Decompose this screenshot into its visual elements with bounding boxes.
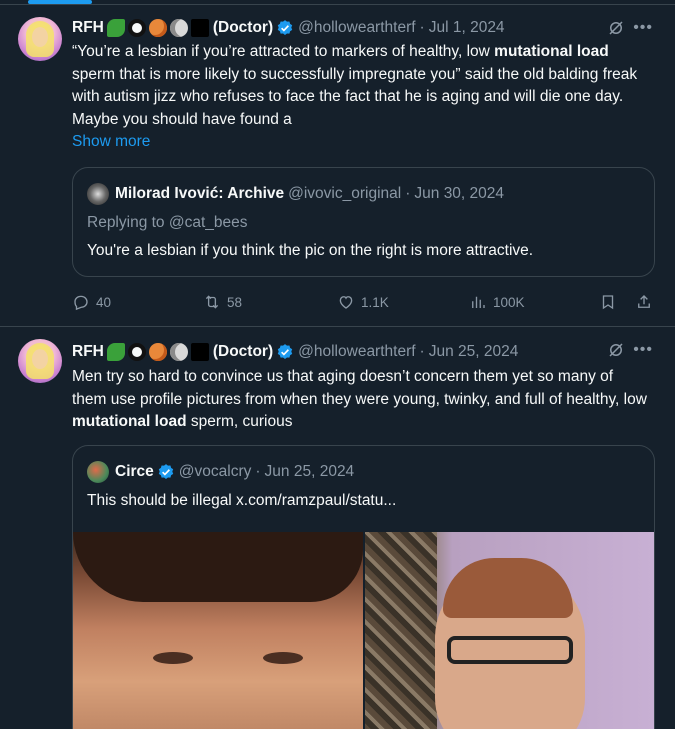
tweet[interactable]: RFH (Doctor) @hollowearthterf · Jun 25, …: [0, 326, 675, 729]
quoted-author-name: Circe: [115, 463, 154, 480]
grok-icon[interactable]: [607, 341, 625, 359]
quoted-tweet-header: Milorad Ivović: Archive @ivovic_original…: [87, 183, 504, 205]
author-handle[interactable]: @hollowearthterf: [298, 19, 415, 37]
avatar[interactable]: [18, 17, 62, 61]
black-square-emoji-icon: [190, 19, 209, 37]
moon-emoji-icon: [169, 19, 188, 37]
tweet-actions: 40 58 1.1K 100K: [72, 291, 655, 315]
tweet-text: Men try so hard to convince us that agin…: [72, 368, 647, 430]
black-square-emoji-icon: [190, 343, 209, 361]
planet-emoji-icon: [148, 343, 167, 361]
show-more-link[interactable]: Show more: [72, 133, 150, 151]
avatar[interactable]: [87, 461, 109, 483]
bookmark-button[interactable]: [599, 291, 623, 313]
eye-emoji-icon: [127, 19, 146, 37]
author-handle[interactable]: @hollowearthterf: [298, 343, 415, 361]
repost-button[interactable]: 58: [203, 291, 242, 313]
grok-icon[interactable]: [607, 19, 625, 37]
reply-count: 40: [96, 294, 112, 310]
like-button[interactable]: 1.1K: [337, 291, 389, 313]
separator-dot: ·: [405, 185, 411, 202]
more-icon[interactable]: •••: [633, 19, 653, 37]
media-photo-right[interactable]: [365, 532, 654, 729]
tweet-date[interactable]: Jul 1, 2024: [429, 19, 505, 37]
views-icon: [472, 296, 485, 308]
tweet-header: RFH (Doctor) @hollowearthterf · Jul 1, 2…: [72, 17, 505, 39]
dragon-emoji-icon: [106, 19, 125, 37]
tweet-text: “You’re a lesbian if you’re attracted to…: [72, 43, 638, 128]
dragon-emoji-icon: [106, 343, 125, 361]
quoted-tweet-text: You're a lesbian if you think the pic on…: [87, 242, 534, 259]
reply-icon: [74, 295, 88, 311]
replying-to: Replying to @cat_bees: [87, 214, 248, 231]
planet-emoji-icon: [148, 19, 167, 37]
tweet[interactable]: RFH (Doctor) @hollowearthterf · Jul 1, 2…: [0, 4, 675, 326]
eye-emoji-icon: [127, 343, 146, 361]
quoted-tweet-text: This should be illegal x.com/ramzpaul/st…: [87, 492, 397, 509]
share-button[interactable]: [635, 291, 659, 313]
verified-badge-icon: [277, 344, 293, 359]
bookmark-icon: [602, 295, 614, 310]
repost-count: 58: [227, 294, 243, 310]
view-count: 100K: [493, 294, 525, 310]
reply-button[interactable]: 40: [72, 291, 111, 313]
tweet-date[interactable]: Jun 25, 2024: [429, 343, 519, 361]
repost-icon: [205, 295, 219, 309]
separator-dot: ·: [419, 343, 425, 360]
author-suffix[interactable]: (Doctor): [213, 19, 273, 37]
verified-badge-icon: [277, 20, 293, 35]
quoted-tweet-header: Circe @vocalcry · Jun 25, 2024: [87, 461, 354, 483]
separator-dot: ·: [255, 463, 261, 480]
more-icon[interactable]: •••: [633, 341, 653, 359]
separator-dot: ·: [419, 19, 425, 36]
quoted-tweet-date: Jun 25, 2024: [264, 463, 355, 480]
quoted-author-handle: @vocalcry: [178, 463, 252, 480]
like-count: 1.1K: [361, 294, 389, 310]
quoted-tweet-date: Jun 30, 2024: [414, 185, 505, 202]
avatar[interactable]: [87, 183, 109, 205]
author-name[interactable]: RFH: [72, 343, 104, 361]
moon-emoji-icon: [169, 343, 188, 361]
share-icon: [638, 295, 650, 308]
verified-badge-icon: [158, 464, 173, 479]
quoted-media[interactable]: [73, 532, 654, 729]
quoted-author-handle: @ivovic_original: [288, 185, 402, 202]
views-button[interactable]: 100K: [469, 291, 525, 313]
quoted-tweet[interactable]: Milorad Ivović: Archive @ivovic_original…: [72, 167, 655, 277]
heart-icon: [339, 296, 353, 309]
tweet-header: RFH (Doctor) @hollowearthterf · Jun 25, …: [72, 341, 518, 363]
author-name[interactable]: RFH: [72, 19, 104, 37]
media-photo-left[interactable]: [73, 532, 363, 729]
author-suffix[interactable]: (Doctor): [213, 343, 273, 361]
avatar[interactable]: [18, 339, 62, 383]
quoted-author-name: Milorad Ivović: Archive: [115, 185, 285, 202]
quoted-tweet[interactable]: Circe @vocalcry · Jun 25, 2024 This shou…: [72, 445, 655, 729]
